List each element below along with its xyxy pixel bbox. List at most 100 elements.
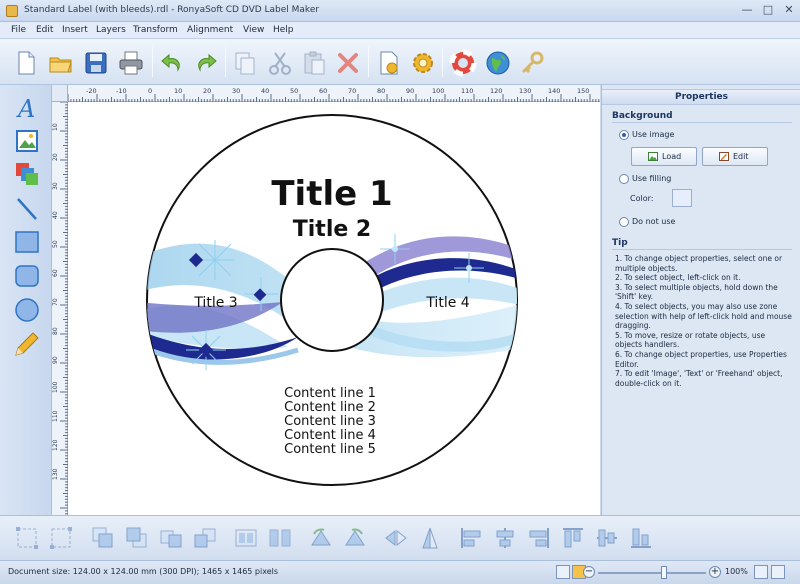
web-globe-icon[interactable] (484, 49, 512, 77)
document-size-text: Document size: 124.00 x 124.00 mm (300 D… (8, 567, 279, 576)
ruler-label: 30 (232, 87, 240, 95)
close-button[interactable]: ✕ (778, 2, 800, 20)
menu-insert[interactable]: Insert (62, 25, 88, 35)
rectangle-tool-icon[interactable] (13, 228, 41, 256)
rotate-right-icon[interactable] (342, 525, 368, 551)
align-center-icon[interactable] (492, 525, 518, 551)
label-title-2[interactable]: Title 2 (293, 217, 372, 242)
label-title-3[interactable]: Title 3 (193, 295, 237, 311)
align-right-icon[interactable] (526, 525, 552, 551)
image-tool-icon[interactable] (13, 127, 41, 155)
content-lines[interactable]: Content line 1 Content line 2 Content li… (284, 386, 376, 457)
ruler-label: 140 (548, 87, 560, 95)
key-icon[interactable] (518, 49, 546, 77)
ruler-label: 130 (52, 468, 59, 480)
send-back-icon[interactable] (124, 525, 150, 551)
zoom-actual-icon[interactable] (771, 565, 785, 579)
clipart-tool-icon[interactable] (13, 160, 41, 188)
settings-gear-icon[interactable] (409, 49, 437, 77)
new-document-icon[interactable] (12, 49, 40, 77)
minimize-button[interactable]: — (736, 2, 758, 20)
fit-page-icon[interactable] (14, 525, 40, 551)
zoom-fit-icon[interactable] (754, 565, 768, 579)
menu-help[interactable]: Help (273, 25, 294, 35)
view-mode-icon[interactable] (556, 565, 570, 579)
flip-vertical-icon[interactable] (417, 525, 443, 551)
rotate-left-icon[interactable] (308, 525, 334, 551)
menu-edit[interactable]: Edit (36, 25, 53, 35)
copy-icon[interactable] (231, 49, 259, 77)
section-divider (612, 122, 792, 123)
ruler-label: 80 (52, 327, 59, 335)
delete-icon[interactable] (334, 49, 362, 77)
design-canvas[interactable]: Title 1 Title 2 Title 3 Title 4 Content … (68, 102, 600, 515)
align-left-icon[interactable] (458, 525, 484, 551)
menu-layers[interactable]: Layers (96, 25, 126, 35)
rounded-rectangle-tool-icon[interactable] (13, 262, 41, 290)
edit-button[interactable]: Edit (702, 147, 768, 166)
cut-icon[interactable] (266, 49, 294, 77)
zoom-out-button[interactable]: − (583, 566, 595, 578)
align-top-icon[interactable] (560, 525, 586, 551)
fit-selection-icon[interactable] (48, 525, 74, 551)
menu-alignment[interactable]: Alignment (187, 25, 233, 35)
align-middle-icon[interactable] (594, 525, 620, 551)
group-icon[interactable] (233, 525, 259, 551)
cd-label[interactable]: Title 1 Title 2 Title 3 Title 4 Content … (68, 102, 600, 515)
paste-icon[interactable] (300, 49, 328, 77)
send-backward-icon[interactable] (192, 525, 218, 551)
ruler-label: 110 (52, 410, 59, 422)
use-filling-radio[interactable] (619, 174, 629, 184)
ruler-label: -20 (86, 87, 97, 95)
zoom-in-button[interactable]: + (709, 566, 721, 578)
load-image-icon (648, 152, 658, 161)
load-button[interactable]: Load (631, 147, 697, 166)
color-swatch[interactable] (672, 189, 692, 207)
svg-text:A: A (16, 95, 35, 121)
menu-file[interactable]: File (11, 25, 26, 35)
pencil-tool-icon[interactable] (13, 330, 41, 358)
label-title-4[interactable]: Title 4 (425, 295, 469, 311)
zoom-slider[interactable] (598, 572, 706, 574)
ruler-label: 40 (52, 211, 59, 219)
ruler-label: 90 (406, 87, 414, 95)
content-line: Content line 5 (284, 442, 376, 457)
redo-icon[interactable] (192, 49, 220, 77)
do-not-use-radio[interactable] (619, 217, 629, 227)
use-image-radio[interactable] (619, 130, 629, 140)
print-icon[interactable] (117, 49, 145, 77)
ruler-label: 150 (577, 87, 589, 95)
horizontal-ruler[interactable]: -20 -10 0 10 20 30 40 50 60 70 80 90 100… (68, 85, 600, 102)
help-lifebuoy-icon[interactable] (449, 49, 477, 77)
ruler-label: 120 (490, 87, 502, 95)
menu-view[interactable]: View (243, 25, 264, 35)
ruler-label: -10 (116, 87, 127, 95)
window-title: Standard Label (with bleeds).rdl - Ronya… (24, 5, 320, 15)
toolbar-separator (225, 47, 226, 77)
maximize-button[interactable]: □ (757, 2, 779, 20)
zoom-slider-thumb[interactable] (661, 566, 667, 579)
text-tool-icon[interactable]: A (13, 93, 41, 123)
ruler-label: 0 (148, 87, 152, 95)
open-folder-icon[interactable] (47, 49, 75, 77)
undo-icon[interactable] (158, 49, 186, 77)
bring-forward-icon[interactable] (158, 525, 184, 551)
document-properties-icon[interactable] (375, 49, 403, 77)
bring-front-icon[interactable] (90, 525, 116, 551)
save-icon[interactable] (82, 49, 110, 77)
ruler-label: 30 (52, 182, 59, 190)
content-line: Content line 1 (284, 386, 376, 401)
ellipse-tool-icon[interactable] (13, 296, 41, 324)
toolbar-separator (368, 47, 369, 77)
horizontal-ruler-scale: -20 -10 0 10 20 30 40 50 60 70 80 90 100… (68, 87, 600, 102)
align-bottom-icon[interactable] (628, 525, 654, 551)
ruler-label: 60 (319, 87, 327, 95)
vertical-ruler[interactable]: 10 20 30 40 50 60 70 80 90 100 110 120 1… (52, 102, 68, 515)
ruler-label: 120 (52, 439, 59, 451)
ruler-label: 20 (52, 153, 59, 161)
label-title-1[interactable]: Title 1 (271, 174, 392, 214)
ungroup-icon[interactable] (267, 525, 293, 551)
menu-transform[interactable]: Transform (133, 25, 178, 35)
line-tool-icon[interactable] (13, 195, 41, 223)
flip-horizontal-icon[interactable] (383, 525, 409, 551)
